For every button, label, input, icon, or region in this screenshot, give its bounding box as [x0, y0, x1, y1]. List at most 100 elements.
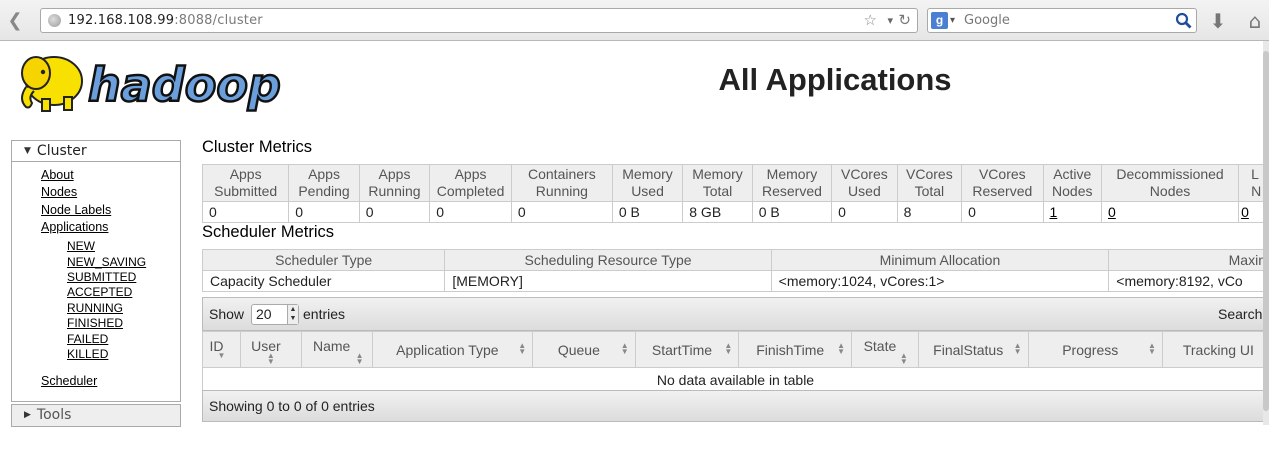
column-state[interactable]: State ▲ ▼: [851, 331, 919, 368]
sidebar-tools-panel[interactable]: ▶ Tools: [11, 404, 181, 427]
column-application-type[interactable]: Application Type ▲ ▼: [371, 331, 534, 368]
column-finish-time[interactable]: FinishTime ▲ ▼: [738, 331, 853, 368]
sidebar-cluster-label: Cluster: [36, 143, 87, 159]
sidebar-item-applications[interactable]: Applications: [41, 220, 108, 234]
spinner-arrows-icon[interactable]: ▲ ▼: [287, 305, 298, 324]
column-id[interactable]: ID ▼: [202, 331, 241, 368]
value-vcores-reserved: 0: [961, 201, 1044, 223]
empty-table-message: No data available in table: [202, 367, 1269, 392]
column-progress[interactable]: Progress ▲ ▼: [1027, 331, 1163, 368]
sidebar-state-submitted[interactable]: SUBMITTED: [67, 270, 136, 284]
sidebar-tools-label: Tools: [36, 407, 72, 423]
value-apps-running: 0: [358, 201, 431, 223]
value-memory-used: 0 B: [611, 201, 684, 223]
page-size-select[interactable]: 20 ▲ ▼: [251, 304, 299, 325]
table-info: Showing 0 to 0 of 0 entries: [209, 398, 375, 414]
header-vcores-total: VCores Total: [896, 164, 963, 202]
column-name[interactable]: Name ▲ ▼: [300, 331, 373, 368]
column-user[interactable]: User ▲ ▼: [239, 331, 302, 368]
entries-label: entries: [303, 306, 346, 322]
bookmark-star-icon[interactable]: ☆: [864, 9, 877, 32]
vertical-scrollbar[interactable]: [1263, 41, 1269, 425]
decommissioned-nodes-link[interactable]: 0: [1108, 204, 1116, 220]
sidebar-item-nodes[interactable]: Nodes: [41, 185, 77, 199]
expanded-triangle-icon: ▼: [24, 146, 31, 156]
browser-toolbar: ❮ 192.168.108.99:8088/cluster ☆ ▾ ↻ g ▾ …: [0, 0, 1269, 41]
header-memory-reserved: Memory Reserved: [751, 164, 833, 202]
engine-dropdown-icon[interactable]: ▾: [950, 9, 955, 32]
value-containers-running: 0: [510, 201, 613, 223]
header-active-nodes: Active Nodes: [1042, 164, 1102, 202]
value-maximum-allocation: <memory:8192, vCo: [1108, 270, 1269, 292]
value-apps-pending: 0: [288, 201, 360, 223]
sort-icon: ▲ ▼: [899, 351, 908, 366]
magnifier-icon[interactable]: [1175, 12, 1192, 29]
column-final-status[interactable]: FinalStatus ▲ ▼: [917, 331, 1029, 368]
active-nodes-link[interactable]: 1: [1050, 204, 1058, 220]
show-label: Show: [209, 306, 245, 322]
sidebar-item-node-labels[interactable]: Node Labels: [41, 203, 111, 217]
url-text[interactable]: 192.168.108.99:8088/cluster: [68, 9, 263, 32]
sidebar-cluster-header[interactable]: ▼ Cluster: [12, 141, 180, 162]
url-host: 192.168.108.99: [68, 13, 175, 28]
header-apps-running: Apps Running: [358, 164, 431, 202]
home-icon[interactable]: ⌂: [1243, 9, 1267, 33]
address-bar[interactable]: 192.168.108.99:8088/cluster ☆ ▾ ↻: [40, 8, 918, 33]
sidebar-state-failed[interactable]: FAILED: [67, 332, 108, 346]
sort-icon: ▲ ▼: [620, 341, 629, 356]
sidebar-state-finished[interactable]: FINISHED: [67, 316, 123, 330]
header-apps-pending: Apps Pending: [288, 164, 360, 202]
hadoop-wordmark: hadoop: [88, 58, 281, 112]
sort-desc-icon: ▼: [217, 351, 226, 360]
sort-icon: ▲ ▼: [355, 351, 364, 366]
cluster-metrics-title: Cluster Metrics: [202, 138, 313, 156]
header-scheduler-type: Scheduler Type: [201, 249, 446, 271]
sidebar-item-about[interactable]: About: [41, 168, 74, 182]
value-active-nodes-cell: 1: [1042, 201, 1102, 223]
applications-table: ID ▼ User ▲ ▼ Name ▲ ▼ Application Type ▲ ▼ Que…: [202, 331, 1269, 392]
hadoop-logo[interactable]: hadoop: [12, 45, 312, 117]
sidebar-state-killed[interactable]: KILLED: [67, 347, 108, 361]
reload-icon[interactable]: ↻: [898, 9, 911, 32]
collapsed-triangle-icon: ▶: [24, 410, 31, 420]
scheduler-metrics-table: Scheduler Type Scheduling Resource Type …: [201, 249, 1269, 292]
history-dropdown-icon[interactable]: ▾: [887, 9, 893, 32]
back-arrow-icon[interactable]: ❮: [4, 10, 26, 32]
sort-icon: ▲ ▼: [1013, 341, 1022, 356]
column-start-time[interactable]: StartTime ▲ ▼: [634, 331, 740, 368]
download-icon[interactable]: ⬇: [1207, 9, 1229, 33]
sidebar-item-scheduler[interactable]: Scheduler: [41, 374, 97, 388]
search-engine-icon[interactable]: g: [931, 12, 948, 29]
search-bar[interactable]: g ▾ Google: [927, 8, 1197, 33]
cluster-metrics-table: Apps Submitted Apps Pending Apps Running Ap…: [201, 164, 1269, 223]
url-path: :8088/cluster: [174, 13, 263, 28]
value-vcores-total: 8: [896, 201, 963, 223]
value-memory-total: 8 GB: [682, 201, 753, 223]
value-apps-submitted: 0: [201, 201, 290, 223]
sort-icon: ▲ ▼: [724, 341, 733, 356]
value-decommissioned-nodes-cell: 0: [1100, 201, 1240, 223]
sidebar-state-accepted[interactable]: ACCEPTED: [67, 285, 132, 299]
sort-icon: ▲ ▼: [837, 341, 846, 356]
value-memory-reserved: 0 B: [751, 201, 833, 223]
header-decommissioned-nodes: Decommissioned Nodes: [1100, 164, 1240, 202]
header-apps-completed: Apps Completed: [429, 164, 512, 202]
sort-icon: ▲ ▼: [266, 351, 275, 366]
header-vcores-used: VCores Used: [831, 164, 898, 202]
value-scheduling-resource-type: [MEMORY]: [444, 270, 772, 292]
lost-nodes-link[interactable]: 0: [1241, 204, 1249, 220]
apps-table-toolbar: Show 20 ▲ ▼ entries Search: [202, 297, 1269, 331]
column-tracking-ui[interactable]: Tracking UI: [1161, 331, 1269, 368]
sidebar-state-new-saving[interactable]: NEW_SAVING: [67, 255, 146, 269]
sidebar-tools-header[interactable]: ▶ Tools: [12, 405, 180, 426]
scrollbar-thumb[interactable]: [1263, 51, 1269, 411]
sidebar-state-new[interactable]: NEW: [67, 239, 95, 253]
column-queue[interactable]: Queue ▲ ▼: [532, 331, 636, 368]
sidebar-state-running[interactable]: RUNNING: [67, 301, 123, 315]
site-identity-icon[interactable]: [48, 14, 61, 27]
header-scheduling-resource-type: Scheduling Resource Type: [444, 249, 772, 271]
search-placeholder: Google: [964, 13, 1010, 28]
elephant-icon: [21, 56, 83, 112]
header-maximum-allocation: Maxin: [1108, 249, 1269, 271]
header-memory-total: Memory Total: [682, 164, 753, 202]
